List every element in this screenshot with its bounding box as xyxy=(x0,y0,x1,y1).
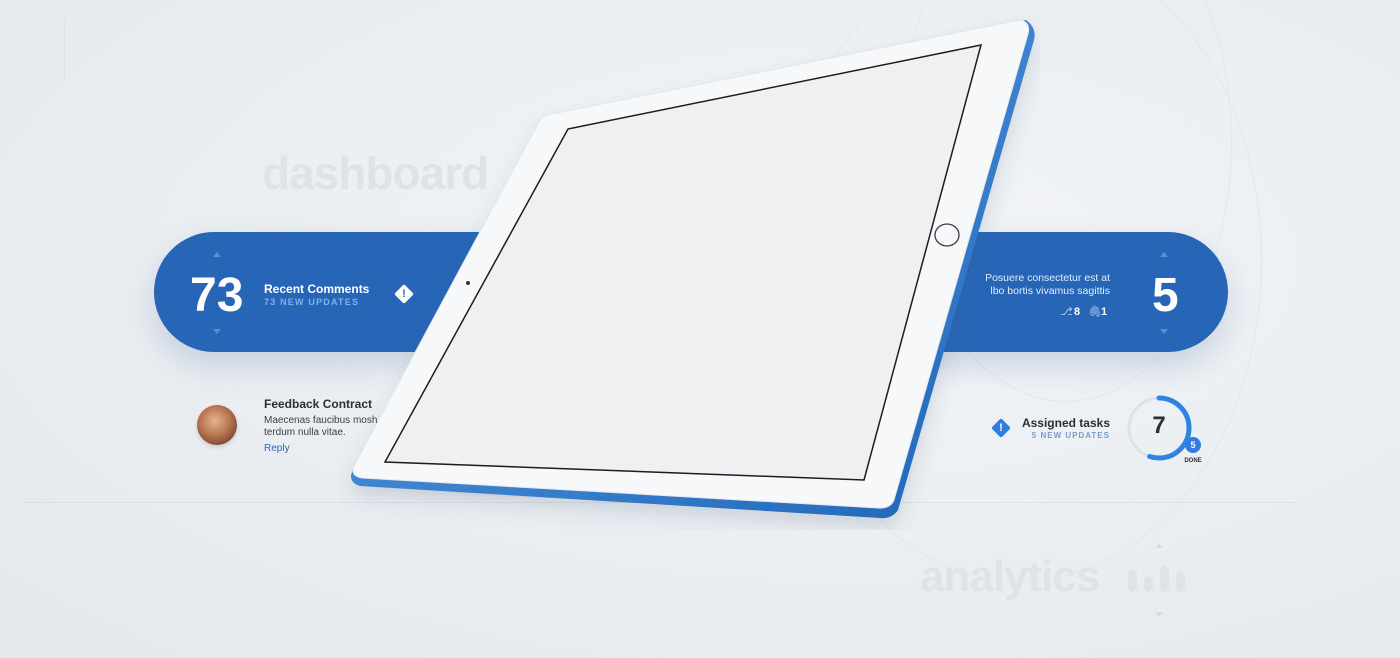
feedback-title: Feedback Contract xyxy=(264,397,373,411)
assigned-tasks-title: Assigned tasks xyxy=(1021,416,1110,430)
done-count: 5 xyxy=(1190,440,1196,450)
paperclip-icon: 🖇 xyxy=(1088,306,1102,318)
avatar[interactable] xyxy=(197,405,237,445)
assigned-tasks-total: 7 xyxy=(1152,412,1166,439)
done-count-badge: 5 xyxy=(1185,437,1201,453)
scroll-up-icon[interactable] xyxy=(1160,252,1168,257)
analytics-up-arrow-icon xyxy=(1155,543,1163,548)
recent-comments-count: 73 xyxy=(190,269,244,322)
branch-icon: ⎇ xyxy=(1060,306,1073,318)
background-line xyxy=(64,20,65,80)
done-label: DONE xyxy=(1184,458,1202,464)
reply-link[interactable]: Reply xyxy=(264,443,290,454)
assigned-tasks-subtitle: 5 NEW UPDATES xyxy=(1031,431,1110,440)
tablet-device xyxy=(351,19,1035,519)
scroll-down-icon[interactable] xyxy=(1160,329,1168,334)
scroll-down-icon[interactable] xyxy=(213,329,221,334)
scroll-up-icon[interactable] xyxy=(213,252,221,257)
branches-count: 8 xyxy=(1074,306,1081,318)
feedback-text-line1: Maecenas faucibus mosh xyxy=(264,415,378,426)
summary-meta: ⎇ 8 🖇 1 xyxy=(1060,305,1112,319)
attachments-count: 1 xyxy=(1101,306,1108,318)
feedback-text-line2: terdum nulla vitae. xyxy=(264,427,346,438)
analytics-bars-icon xyxy=(1128,562,1192,594)
summary-number: 5 xyxy=(1152,269,1179,322)
analytics-down-arrow-icon xyxy=(1155,612,1163,617)
